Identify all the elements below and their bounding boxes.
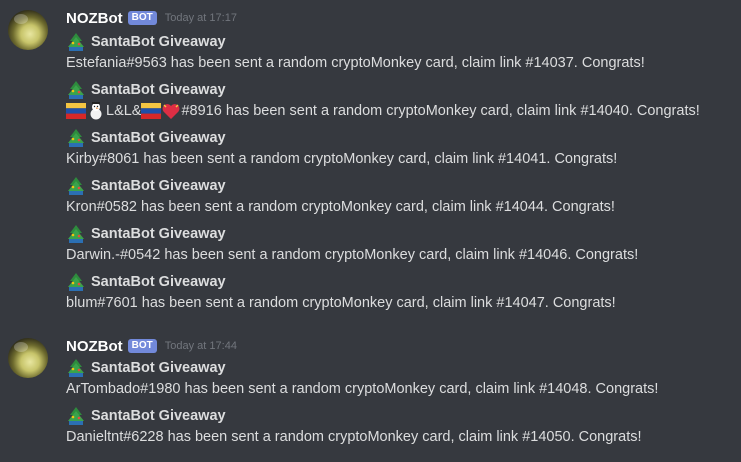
message-header: NOZBot BOT Today at 17:44 (66, 336, 237, 356)
christmas-tree-icon (68, 225, 84, 243)
christmas-tree-icon (68, 33, 84, 51)
embed-title: SantaBot Giveaway (91, 82, 226, 98)
avatar[interactable] (8, 10, 48, 50)
message: SantaBot Giveaway blum#7601 has been sen… (66, 272, 616, 314)
timestamp[interactable]: Today at 17:44 (165, 340, 237, 352)
christmas-tree-icon (68, 177, 84, 195)
message-text: Danieltnt#6228 has been sent a random cr… (66, 429, 642, 445)
venezuela-flag-icon (141, 103, 162, 119)
message: SantaBot Giveaway ArTombado#1980 has bee… (66, 358, 658, 400)
embed-title: SantaBot Giveaway (91, 360, 226, 376)
message-text-prefix: L&L& (106, 103, 142, 119)
message-text: L&L& #8916 has been sent a random crypto… (66, 100, 700, 122)
christmas-tree-icon (68, 359, 84, 377)
message: SantaBot Giveaway Darwin.-#0542 has been… (66, 224, 638, 266)
message-header: NOZBot BOT Today at 17:17 (66, 8, 237, 28)
message: SantaBot Giveaway Kron#0582 has been sen… (66, 176, 615, 218)
venezuela-flag-icon (66, 103, 86, 119)
christmas-tree-icon (68, 81, 84, 99)
message-text: blum#7601 has been sent a random cryptoM… (66, 295, 616, 311)
bot-tag: BOT (127, 339, 157, 353)
message: SantaBot Giveaway Estefania#9563 has bee… (66, 32, 645, 74)
username[interactable]: NOZBot (66, 338, 123, 355)
embed-title: SantaBot Giveaway (91, 226, 226, 242)
bot-tag: BOT (127, 11, 157, 25)
message-text: Darwin.-#0542 has been sent a random cry… (66, 247, 639, 263)
embed-title: SantaBot Giveaway (91, 34, 226, 50)
timestamp[interactable]: Today at 17:17 (165, 12, 237, 24)
message: SantaBot Giveaway Danieltnt#6228 has bee… (66, 406, 642, 448)
snowman-icon (90, 102, 102, 120)
avatar[interactable] (8, 338, 48, 378)
christmas-tree-icon (68, 129, 84, 147)
message-text: ArTombado#1980 has been sent a random cr… (66, 381, 659, 397)
message-text: #8916 has been sent a random cryptoMonke… (181, 103, 700, 119)
embed-title: SantaBot Giveaway (91, 130, 226, 146)
message: SantaBot Giveaway Kirby#8061 has been se… (66, 128, 617, 170)
embed-title: SantaBot Giveaway (91, 274, 226, 290)
message: SantaBot Giveaway L&L& #8916 has been se… (66, 80, 700, 122)
christmas-tree-icon (68, 273, 84, 291)
christmas-tree-icon (68, 407, 84, 425)
red-heart-icon (163, 104, 180, 119)
message-text: Kron#0582 has been sent a random cryptoM… (66, 199, 615, 215)
embed-title: SantaBot Giveaway (91, 408, 226, 424)
message-text: Estefania#9563 has been sent a random cr… (66, 55, 645, 71)
username[interactable]: NOZBot (66, 10, 123, 27)
embed-title: SantaBot Giveaway (91, 178, 226, 194)
message-text: Kirby#8061 has been sent a random crypto… (66, 151, 618, 167)
